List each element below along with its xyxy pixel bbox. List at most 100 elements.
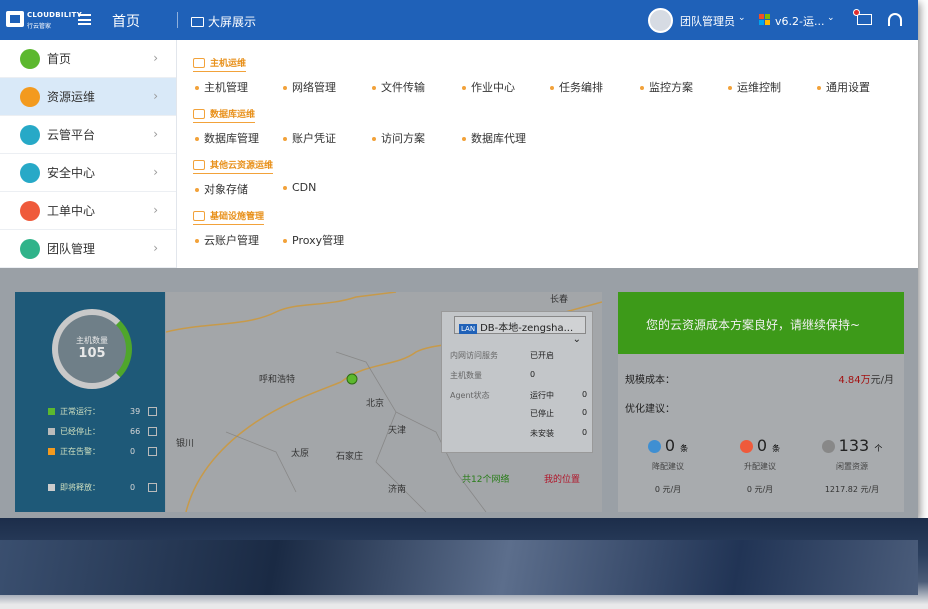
search-icon[interactable]: [148, 407, 157, 416]
ring-value: 105: [78, 346, 106, 361]
stat-label: 已经停止：: [60, 427, 100, 436]
section-icon: [193, 159, 205, 170]
popup-label: Agent状态: [450, 391, 490, 400]
menu-item[interactable]: 文件传输: [372, 79, 425, 95]
popup-label: 主机数量: [450, 371, 482, 380]
menu-item[interactable]: 任务编排: [550, 79, 603, 95]
sidebar-item-0[interactable]: 首页 ›: [0, 40, 176, 78]
section-title: 其他云资源运维: [210, 161, 274, 171]
networks-link[interactable]: 共12个网络: [462, 472, 509, 485]
search-icon[interactable]: [148, 483, 157, 492]
popup-value: 已停止: [530, 409, 554, 418]
section-icon: [193, 210, 205, 221]
cost-amount: 4.84万: [838, 375, 871, 386]
clipboard-icon: [20, 200, 40, 221]
notification-dot: [853, 9, 860, 16]
advice-title: 闲置资源: [836, 462, 868, 471]
lan-tag: LAN: [459, 324, 478, 334]
popup-value: 未安装: [530, 429, 554, 438]
menu-section-header: 基础设施管理: [193, 209, 265, 225]
search-icon[interactable]: [148, 447, 157, 456]
top-bar: CLOUDBILITY 行云管家 首页 大屏展示 团队管理员 ⌄ v6.2-运.…: [0, 0, 918, 40]
sidebar-item-2[interactable]: 云管平台 ›: [0, 116, 176, 154]
sidebar-item-5[interactable]: 团队管理 ›: [0, 230, 176, 268]
map-city-label: 银川: [176, 439, 195, 449]
big-screen-button[interactable]: 大屏展示: [191, 13, 256, 30]
host-stat: 正常运行： 39: [48, 406, 157, 417]
popup-count: 0: [582, 408, 588, 417]
mail-icon[interactable]: [853, 9, 872, 25]
sidebar-item-label: 首页: [47, 52, 72, 66]
sidebar-item-3[interactable]: 安全中心 ›: [0, 154, 176, 192]
app-window: CLOUDBILITY 行云管家 首页 大屏展示 团队管理员 ⌄ v6.2-运.…: [0, 0, 918, 518]
advice-title: 降配建议: [652, 462, 684, 471]
advice-unit: 条: [772, 444, 781, 453]
monitor-icon: [191, 16, 204, 27]
monthly-cost-label: 规模成本：: [625, 375, 675, 386]
menu-item[interactable]: CDN: [283, 181, 316, 194]
map-city-label: 呼和浩特: [259, 375, 296, 385]
stat-label: 正在告警：: [60, 447, 100, 456]
ring-label: 主机数量: [76, 336, 108, 345]
resource-menu: 主机运维 主机管理 网络管理 文件传输 作业中心 任务编排 监控方案 运维控制 通用设置 数据库运…: [177, 40, 918, 268]
big-screen-label: 大屏展示: [208, 15, 257, 29]
menu-item[interactable]: 作业中心: [462, 79, 515, 95]
advice-column[interactable]: 133 个闲置资源 1217.82 元/月: [812, 436, 892, 495]
popup-count: 0: [582, 390, 588, 399]
advice-money: 1217.82 元/月: [824, 485, 880, 494]
chevron-right-icon: ›: [153, 241, 158, 255]
menu-item[interactable]: 数据库代理: [462, 130, 526, 146]
section-title: 主机运维: [210, 59, 247, 69]
map-city-label: 石家庄: [336, 452, 364, 462]
version-selector[interactable]: v6.2-运...: [775, 13, 824, 29]
status-swatch: [48, 448, 55, 455]
sidebar-item-4[interactable]: 工单中心 ›: [0, 192, 176, 230]
menu-item[interactable]: 网络管理: [283, 79, 336, 95]
host-ring: 主机数量 105: [52, 309, 132, 389]
popup-label: 内网访问服务: [450, 351, 498, 360]
logo[interactable]: CLOUDBILITY 行云管家: [6, 9, 82, 31]
menu-item[interactable]: 账户凭证: [283, 130, 336, 146]
advice-count: 0: [664, 436, 676, 455]
menu-section-header: 其他云资源运维: [193, 158, 274, 174]
menu-item[interactable]: 监控方案: [640, 79, 693, 95]
sidebar-item-1[interactable]: 资源运维 ›: [0, 78, 176, 116]
menu-item[interactable]: Proxy管理: [283, 232, 344, 248]
chevron-right-icon: ›: [153, 89, 158, 103]
host-stat: 即将释放： 0: [48, 482, 157, 493]
advice-label: 优化建议：: [625, 404, 675, 415]
hamburger-icon[interactable]: [78, 14, 91, 25]
chevron-right-icon: ›: [153, 51, 158, 65]
brand-sub: 行云管家: [27, 23, 52, 30]
advice-column[interactable]: 0 条升配建议 0 元/月: [720, 436, 800, 495]
menu-item[interactable]: 通用设置: [817, 79, 870, 95]
my-location-link[interactable]: 我的位置: [544, 472, 580, 485]
user-name[interactable]: 团队管理员: [680, 13, 735, 29]
cost-banner: 您的云资源成本方案良好，请继续保持~: [618, 292, 904, 354]
menu-item[interactable]: 云账户管理: [195, 232, 259, 248]
map-city-label: 长春: [550, 295, 569, 305]
section-icon: [193, 108, 205, 119]
advice-unit: 条: [680, 444, 689, 453]
popup-value: 0: [530, 370, 536, 379]
menu-item[interactable]: 对象存储: [195, 181, 248, 197]
host-stat: 正在告警： 0: [48, 446, 157, 457]
search-icon[interactable]: [148, 427, 157, 436]
monitor-icon: [20, 86, 40, 107]
menu-item[interactable]: 主机管理: [195, 79, 248, 95]
wallpaper-mountains: [0, 540, 918, 595]
avatar[interactable]: [648, 8, 673, 33]
menu-item[interactable]: 访问方案: [372, 130, 425, 146]
chevron-down-icon[interactable]: ⌄: [827, 13, 835, 23]
network-select[interactable]: LAN DB-本地-zengsha... ⌄: [454, 316, 586, 345]
popup-value: 已开启: [530, 351, 554, 360]
chevron-down-icon[interactable]: ⌄: [738, 13, 746, 23]
map-city-label: 北京: [366, 399, 385, 409]
menu-item[interactable]: 数据库管理: [195, 130, 259, 146]
headset-icon[interactable]: [888, 13, 902, 26]
nav-home[interactable]: 首页: [112, 11, 140, 31]
menu-item[interactable]: 运维控制: [728, 79, 781, 95]
stat-value: 66: [130, 427, 141, 436]
advice-column[interactable]: 0 条降配建议 0 元/月: [628, 436, 708, 495]
status-swatch: [48, 484, 55, 491]
